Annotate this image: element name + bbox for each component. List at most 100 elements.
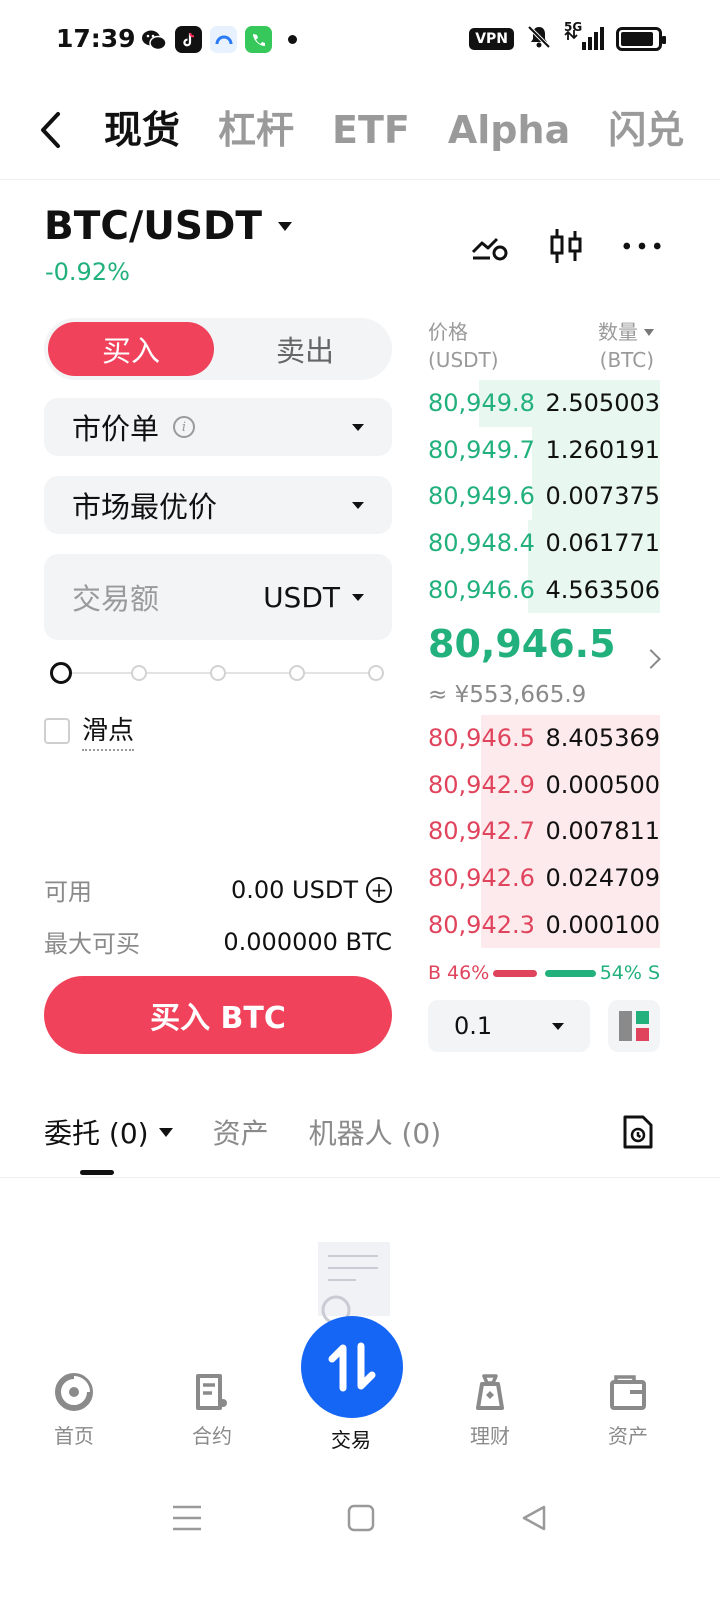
bid-qty: 0.000500 <box>545 770 660 799</box>
sell-tab[interactable]: 卖出 <box>222 322 388 376</box>
ask-row[interactable]: 80,949.7 1.260191 <box>428 426 660 474</box>
bid-price: 80,942.3 <box>428 910 535 939</box>
slippage-option[interactable]: 滑点 <box>44 710 135 751</box>
depth-step-select[interactable]: 0.1 <box>428 1000 590 1052</box>
slider-node-25[interactable] <box>131 665 147 681</box>
nav-assets[interactable]: 资产 <box>588 1372 668 1449</box>
nav-finance-label: 理财 <box>470 1424 510 1448</box>
tab-convert[interactable]: 闪兑 <box>608 106 684 154</box>
kline-chart-button[interactable] <box>546 226 586 266</box>
nav-contract-label: 合约 <box>192 1424 232 1448</box>
add-funds-button[interactable]: + <box>366 876 392 903</box>
network-type: 5G <box>564 20 583 34</box>
home-button[interactable] <box>347 1504 375 1536</box>
nav-home-label: 首页 <box>54 1424 94 1448</box>
last-price[interactable]: 80,946.5 <box>428 622 616 666</box>
ask-row[interactable]: 80,949.6 0.007375 <box>428 473 660 520</box>
order-type-select[interactable]: 市价单 i <box>44 398 392 456</box>
bid-row[interactable]: 80,946.5 8.405369 <box>428 715 660 762</box>
ask-row[interactable]: 80,949.8 2.505003 <box>428 380 660 427</box>
caret-down-icon <box>158 1127 173 1137</box>
orderbook-layout-button[interactable] <box>608 1000 660 1052</box>
bid-qty: 0.000100 <box>545 910 660 939</box>
bid-row[interactable]: 80,942.6 0.024709 <box>428 854 660 902</box>
document-clock-icon <box>623 1115 653 1149</box>
bid-row[interactable]: 80,942.3 0.000100 <box>428 901 660 948</box>
tab-open-orders[interactable]: 委托 (0) <box>44 1112 173 1152</box>
tab-margin[interactable]: 杠杆 <box>218 106 294 154</box>
system-nav-bar <box>0 1490 720 1550</box>
price-alert-button[interactable] <box>470 226 510 266</box>
ask-price: 80,949.7 <box>428 435 535 464</box>
ask-price: 80,949.6 <box>428 482 535 511</box>
nav-trade-button[interactable] <box>301 1316 403 1418</box>
qty-header-select[interactable]: 数量 (BTC) <box>598 318 654 374</box>
more-options-button[interactable] <box>622 226 662 266</box>
tab-alpha[interactable]: Alpha <box>448 106 570 154</box>
info-icon[interactable]: i <box>173 416 196 438</box>
bid-qty: 0.024709 <box>545 864 660 893</box>
ask-price: 80,948.4 <box>428 529 535 558</box>
tab-spot[interactable]: 现货 <box>104 106 180 154</box>
menu-button[interactable] <box>172 1504 202 1536</box>
slider-node-100[interactable] <box>368 665 384 681</box>
browser-icon <box>210 26 237 53</box>
slippage-checkbox[interactable] <box>44 717 70 744</box>
buy-tab[interactable]: 买入 <box>48 322 214 376</box>
ask-qty: 0.007375 <box>545 482 660 511</box>
ask-qty: 1.260191 <box>545 435 660 464</box>
bottom-nav: 首页 合约 交易 理财 资产 <box>0 1316 720 1466</box>
amount-slider[interactable] <box>50 660 384 686</box>
ask-price: 80,949.8 <box>428 389 535 418</box>
ask-qty: 0.061771 <box>545 529 660 558</box>
price-mode-value: 市场最优价 <box>72 490 218 524</box>
tab-assets[interactable]: 资产 <box>213 1112 269 1152</box>
triangle-back-icon <box>522 1505 546 1531</box>
submit-buy-button[interactable]: 买入 BTC <box>44 976 392 1054</box>
chevron-right-icon[interactable] <box>641 649 661 669</box>
amount-input[interactable]: 交易额 USDT <box>44 554 392 640</box>
price-mode-select[interactable]: 市场最优价 <box>44 476 392 534</box>
slider-handle[interactable] <box>50 662 72 684</box>
amount-placeholder: 交易额 <box>72 582 160 616</box>
caret-down-icon <box>352 593 364 601</box>
active-tab-indicator <box>80 1170 114 1175</box>
nav-trade-label: 交易 <box>331 1428 371 1452</box>
back-nav-button[interactable] <box>520 1504 548 1536</box>
pair-change: -0.92% <box>45 258 130 286</box>
price-header: 价格 <box>428 320 468 344</box>
tab-etf[interactable]: ETF <box>332 106 410 154</box>
bid-row[interactable]: 80,942.9 0.000500 <box>428 761 660 809</box>
caret-down-icon <box>277 222 292 231</box>
buy-sell-ratio: B 46% 54% S <box>428 960 660 986</box>
tab-bots[interactable]: 机器人 (0) <box>309 1112 442 1152</box>
chevron-left-icon <box>41 112 60 148</box>
ask-qty: 4.563506 <box>545 575 660 604</box>
amount-unit-select[interactable]: USDT <box>263 581 364 614</box>
ratio-buy-value: 46% <box>447 962 490 984</box>
orders-tabs: 委托 (0) 资产 机器人 (0) <box>44 1112 441 1152</box>
slippage-label[interactable]: 滑点 <box>82 710 135 751</box>
empty-orders-illustration <box>316 1242 392 1325</box>
status-bar: 17:39 VPN 5G <box>0 0 720 80</box>
slider-node-50[interactable] <box>210 665 226 681</box>
nav-trade[interactable]: 交易 <box>311 1424 391 1453</box>
ask-row[interactable]: 80,948.4 0.061771 <box>428 519 660 567</box>
nav-finance[interactable]: 理财 <box>450 1372 530 1449</box>
trend-alert-icon <box>471 237 508 261</box>
fiat-price: ≈ ¥553,665.9 <box>428 682 587 708</box>
wallet-icon <box>610 1375 646 1410</box>
caret-down-icon <box>352 501 364 509</box>
finance-icon <box>476 1374 504 1410</box>
slider-node-75[interactable] <box>289 665 305 681</box>
pair-selector[interactable]: BTC/USDT <box>44 204 292 249</box>
layout-toggle-icon <box>619 1011 649 1041</box>
status-time: 17:39 <box>56 24 136 53</box>
order-history-button[interactable] <box>622 1114 654 1150</box>
nav-home[interactable]: 首页 <box>34 1372 114 1449</box>
nav-contract[interactable]: 合约 <box>172 1372 252 1449</box>
bid-row[interactable]: 80,942.7 0.007811 <box>428 808 660 855</box>
back-button[interactable] <box>36 108 76 152</box>
ask-row[interactable]: 80,946.6 4.563506 <box>428 566 660 613</box>
available-value: 0.00 USDT <box>230 875 358 904</box>
